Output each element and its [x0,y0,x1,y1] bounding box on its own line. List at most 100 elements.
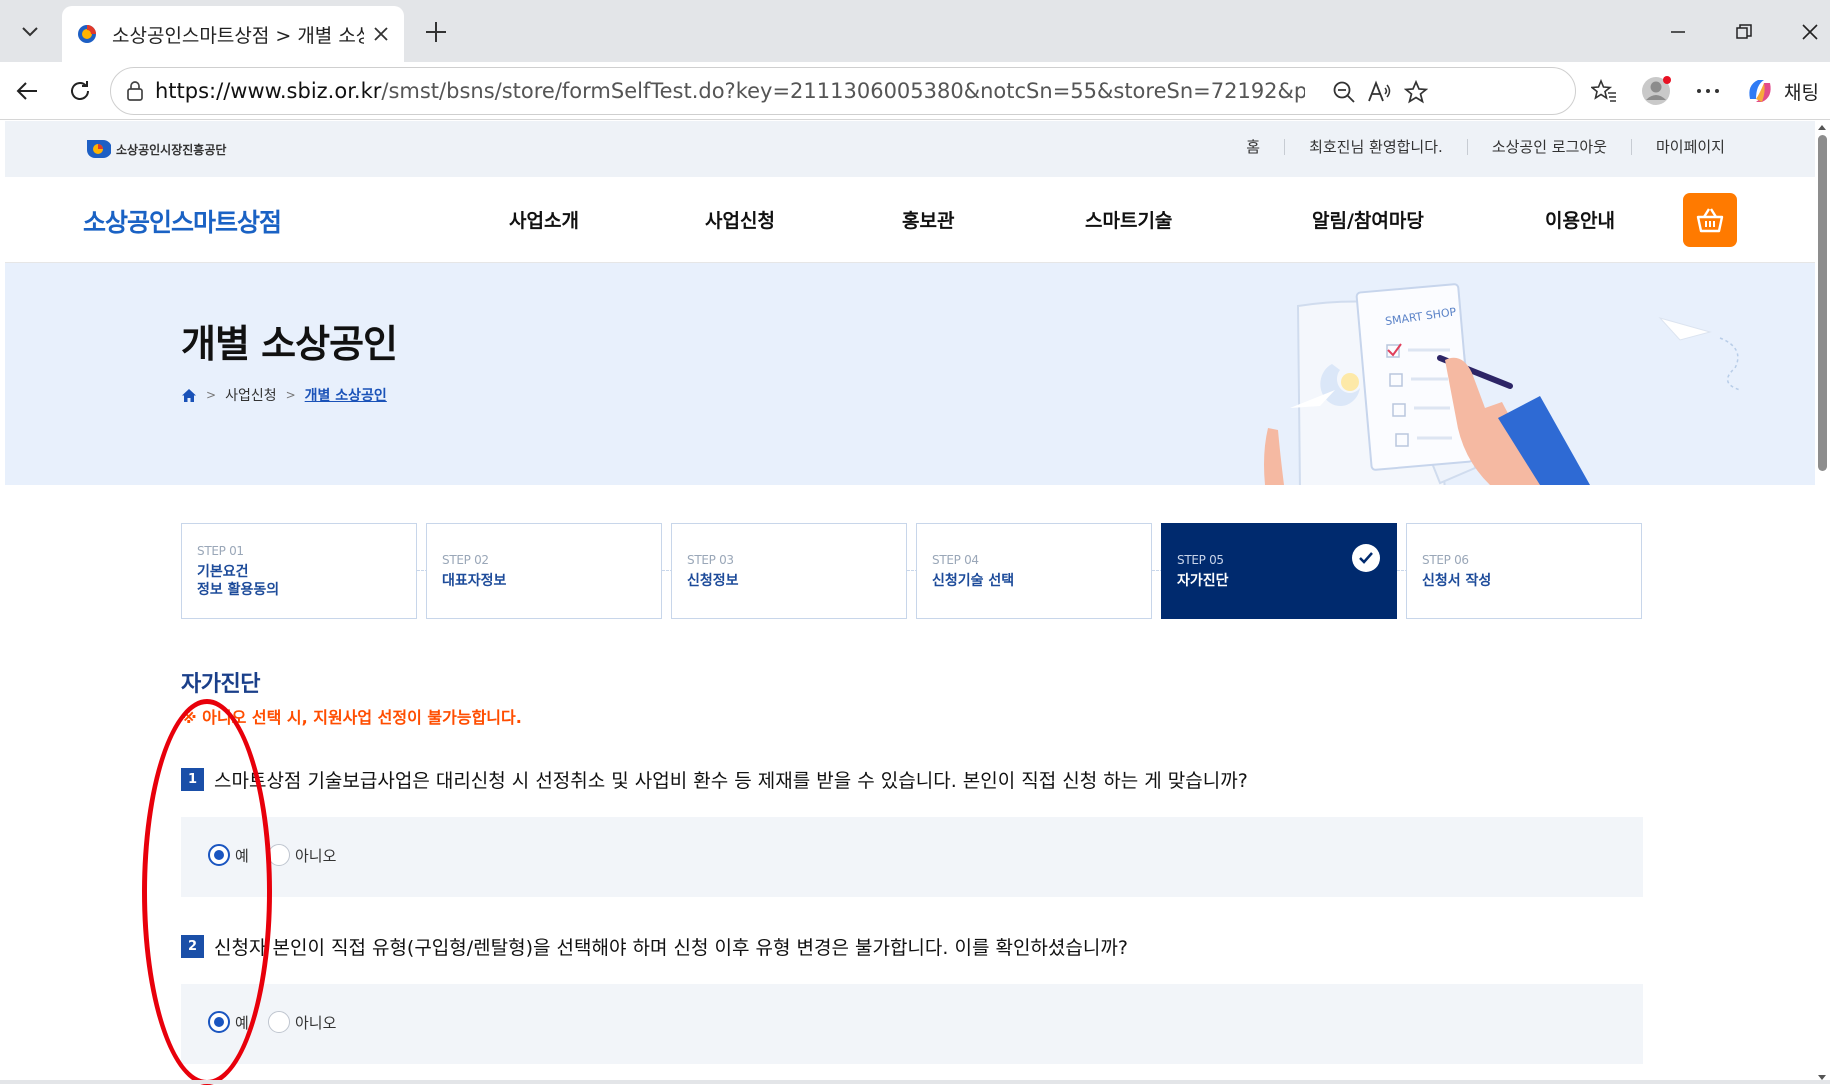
tab-title: 소상공인스마트상점 > 개별 소상공인 [112,24,364,47]
org-logo[interactable]: 소상공인시장진흥공단 [85,138,226,160]
breadcrumb-item-current[interactable]: 개별 소상공인 [305,385,387,405]
step-01[interactable]: STEP 01 기본요건 정보 활용동의 [181,523,417,619]
lock-icon[interactable] [125,80,145,102]
menu-item-business-intro[interactable]: 사업소개 [509,206,579,233]
radio-no-q2[interactable]: 아니오 [268,1011,336,1033]
favorites-list-icon [1591,79,1616,102]
radio-button[interactable] [268,844,290,866]
main-navigation: 소상공인스마트상점 사업소개 사업신청 홍보관 스마트기술 알림/참여마당 이용… [5,177,1815,263]
breadcrumb-separator: > [285,388,296,402]
step-05-current[interactable]: STEP 05 자가진단 [1161,523,1397,619]
radio-yes-q1[interactable]: 예 [208,844,249,866]
step-label: 신청기술 선택 [932,572,1015,589]
answer-group-1: 예 아니오 [181,817,1643,897]
breadcrumb-item-apply[interactable]: 사업신청 [225,385,277,405]
radio-label: 아니오 [295,846,337,865]
answer-group-2: 예 아니오 [181,984,1643,1064]
page-title: 개별 소상공인 [181,322,398,366]
address-bar[interactable]: https://www.sbiz.or.kr/smst/bsns/store/f… [110,67,1576,115]
step-04[interactable]: STEP 04 신청기술 선택 [916,523,1152,619]
zoom-button[interactable] [1329,77,1359,107]
radio-button[interactable] [208,844,230,866]
browser-tab-active[interactable]: 소상공인스마트상점 > 개별 소상공인 [62,6,404,62]
question-2: 2 신청자 본인이 직접 유형(구입형/렌탈형)을 선택해야 하며 신청 이후 … [181,933,1128,960]
org-name: 소상공인시장진흥공단 [116,142,227,157]
util-welcome-text: 최호진님 환영합니다. [1284,139,1467,155]
arrow-left-icon [16,82,37,100]
radio-label: 예 [235,1013,249,1032]
radio-no-q1[interactable]: 아니오 [268,844,336,866]
util-link-logout[interactable]: 소상공인 로그아웃 [1466,139,1631,155]
breadcrumb-separator: > [206,388,217,402]
site-logo[interactable]: 소상공인스마트상점 [83,203,282,239]
radio-label: 아니오 [295,1013,337,1032]
address-toolbar: https://www.sbiz.or.kr/smst/bsns/store/f… [0,62,1830,120]
step-label: 기본요건 정보 활용동의 [197,563,416,599]
step-label: 신청서 작성 [1422,572,1492,589]
radio-yes-q2[interactable]: 예 [208,1011,249,1033]
star-icon [1404,80,1428,104]
menu-item-notice[interactable]: 알림/참여마당 [1312,206,1424,233]
radio-button[interactable] [268,1011,290,1033]
tab-close-icon[interactable] [370,23,392,45]
menu-item-business-apply[interactable]: 사업신청 [705,206,775,233]
menu-item-smart-tech[interactable]: 스마트기술 [1085,206,1172,233]
tab-list-button[interactable] [8,10,52,52]
step-label: 자가진단 [1177,572,1229,589]
step-number: STEP 02 [442,552,489,567]
more-options-button[interactable] [1688,71,1728,111]
back-button[interactable] [8,71,48,111]
step-label: 신청정보 [687,572,739,589]
reload-icon [71,81,89,100]
minimize-button[interactable] [1658,12,1698,52]
profile-button[interactable] [1636,71,1676,111]
home-icon[interactable] [181,388,197,403]
minimize-icon [1671,31,1685,33]
breadcrumb: > 사업신청 > 개별 소상공인 [181,385,387,405]
site-favicon-icon [78,25,96,43]
window-close-button[interactable] [1790,12,1830,52]
cart-button[interactable] [1683,193,1737,247]
new-tab-button[interactable] [418,14,454,50]
question-number: 1 [181,768,204,791]
copilot-chat-button[interactable]: 채팅 [1744,70,1830,112]
more-icon [1697,89,1719,93]
step-06[interactable]: STEP 06 신청서 작성 [1406,523,1642,619]
zoom-out-icon [1333,81,1355,103]
window-bottom-edge [0,1080,1830,1084]
section-title: 자가진단 [181,672,260,697]
browser-tab-bar: 소상공인스마트상점 > 개별 소상공인 [0,0,1830,62]
menu-item-guide[interactable]: 이용안내 [1545,206,1615,233]
utility-bar: 소상공인시장진흥공단 홈 최호진님 환영합니다. 소상공인 로그아웃 마이페이지 [5,121,1815,177]
radio-button[interactable] [208,1011,230,1033]
step-number: STEP 03 [687,552,734,567]
read-aloud-icon [1368,80,1391,102]
page-hero: 개별 소상공인 > 사업신청 > 개별 소상공인 SMART SHOP [5,263,1815,485]
favorite-button[interactable] [1401,77,1431,107]
scrollbar-thumb[interactable] [1818,135,1827,471]
basket-icon [1696,208,1724,233]
url-text[interactable]: https://www.sbiz.or.kr/smst/bsns/store/f… [155,79,1305,103]
close-icon [1802,24,1818,40]
utility-links: 홈 최호진님 환영합니다. 소상공인 로그아웃 마이페이지 [1222,139,1749,155]
question-text: 스마트상점 기술보급사업은 대리신청 시 선정취소 및 사업비 환수 등 제재를… [214,770,1248,792]
step-02[interactable]: STEP 02 대표자정보 [426,523,662,619]
read-aloud-button[interactable] [1365,77,1395,107]
page-viewport: 소상공인시장진흥공단 홈 최호진님 환영합니다. 소상공인 로그아웃 마이페이지… [0,121,1830,1084]
util-link-home[interactable]: 홈 [1222,139,1284,155]
reload-button[interactable] [60,71,100,111]
step-label-line2: 정보 활용동의 [197,581,280,598]
page-scrollbar[interactable] [1815,121,1830,1084]
menu-item-promotion[interactable]: 홍보관 [902,206,954,233]
url-path: /smst/bsns/store/formSelfTest.do?key=211… [381,79,1305,103]
copilot-icon [1749,80,1771,102]
step-indicator: STEP 01 기본요건 정보 활용동의 STEP 02 대표자정보 STEP 0… [181,523,1643,619]
favorites-button[interactable] [1584,71,1624,111]
step-03[interactable]: STEP 03 신청정보 [671,523,907,619]
chevron-down-icon [22,27,38,37]
restore-icon [1736,24,1752,39]
util-link-mypage[interactable]: 마이페이지 [1630,139,1749,155]
scroll-up-arrow-icon[interactable] [1818,125,1826,130]
chat-label: 채팅 [1784,81,1819,104]
restore-button[interactable] [1724,12,1764,52]
